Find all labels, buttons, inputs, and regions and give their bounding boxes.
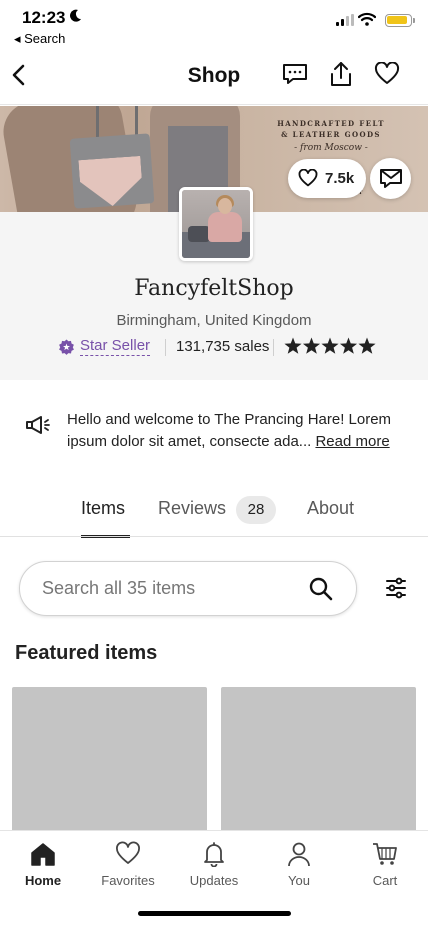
reviews-count-badge: 28 bbox=[236, 496, 276, 524]
featured-items-heading: Featured items bbox=[15, 642, 158, 664]
read-more-link[interactable]: Read more bbox=[315, 433, 389, 450]
search-placeholder: Search all 35 items bbox=[42, 578, 196, 598]
tabbar-home[interactable]: Home bbox=[0, 831, 86, 893]
tab-reviews[interactable]: Reviews bbox=[158, 498, 226, 519]
tabs-divider bbox=[0, 536, 428, 537]
tabbar-label: Cart bbox=[372, 873, 398, 888]
rating-star-icon bbox=[339, 337, 358, 354]
rating-star-icon bbox=[302, 337, 321, 354]
envelope-icon bbox=[380, 169, 402, 188]
cellular-signal-icon bbox=[336, 14, 354, 26]
tabbar-label: Favorites bbox=[101, 873, 155, 888]
bell-icon bbox=[204, 842, 224, 867]
megaphone-icon bbox=[26, 416, 50, 434]
tabbar-favorites[interactable]: Favorites bbox=[85, 831, 171, 893]
cart-icon bbox=[373, 843, 397, 865]
sales-count: 131,735 sales bbox=[176, 338, 270, 355]
shop-location: Birmingham, United Kingdom bbox=[116, 312, 312, 329]
rating-stars[interactable] bbox=[284, 337, 376, 355]
wifi-icon bbox=[358, 12, 376, 26]
rating-star-icon bbox=[284, 337, 302, 354]
tab-about[interactable]: About bbox=[307, 498, 354, 519]
rating-star-icon bbox=[321, 337, 339, 354]
nav-divider bbox=[0, 104, 428, 105]
share-icon[interactable] bbox=[328, 60, 354, 88]
back-to-search-link[interactable]: ◂ Search bbox=[14, 31, 65, 47]
heart-icon bbox=[298, 169, 318, 187]
tabbar-label: Updates bbox=[189, 873, 239, 888]
star-seller-label[interactable]: Star Seller bbox=[80, 337, 151, 356]
search-input[interactable]: Search all 35 items bbox=[19, 561, 357, 616]
status-time: 12:23 bbox=[22, 8, 66, 27]
message-icon[interactable] bbox=[282, 62, 308, 86]
battery-icon bbox=[385, 14, 415, 27]
nav-bar: Shop bbox=[0, 52, 428, 102]
tabbar-cart[interactable]: Cart bbox=[342, 831, 428, 893]
moon-icon bbox=[70, 9, 81, 22]
tabbar-label: You bbox=[288, 873, 310, 888]
home-indicator bbox=[138, 911, 291, 916]
tabbar-label: Home bbox=[24, 873, 62, 888]
featured-item-card[interactable] bbox=[12, 687, 207, 832]
status-bar: 12:23 ◂ Search bbox=[0, 0, 428, 50]
featured-item-card[interactable] bbox=[221, 687, 416, 832]
shop-announcement: Hello and welcome to The Prancing Hare! … bbox=[67, 409, 412, 453]
tabbar-you[interactable]: You bbox=[256, 831, 342, 893]
favorite-count: 7.5k bbox=[325, 170, 355, 187]
rating-star-icon bbox=[358, 337, 376, 354]
person-icon bbox=[288, 842, 310, 867]
heart-icon bbox=[116, 841, 140, 864]
tabbar-updates[interactable]: Updates bbox=[171, 831, 257, 893]
search-icon[interactable] bbox=[308, 576, 334, 602]
shop-tabs: Items Reviews 28 About bbox=[0, 490, 428, 538]
star-seller-badge-icon bbox=[59, 339, 74, 355]
filter-icon[interactable] bbox=[384, 576, 408, 600]
page-title: Shop bbox=[187, 64, 241, 87]
heart-icon[interactable] bbox=[374, 62, 400, 86]
favorite-shop-button[interactable]: 7.5k bbox=[288, 159, 366, 198]
shop-avatar bbox=[179, 187, 253, 261]
shop-name: FancyfeltShop bbox=[134, 276, 294, 301]
contact-shop-button[interactable] bbox=[370, 158, 411, 199]
tab-items[interactable]: Items bbox=[81, 498, 125, 519]
home-icon bbox=[31, 843, 55, 866]
